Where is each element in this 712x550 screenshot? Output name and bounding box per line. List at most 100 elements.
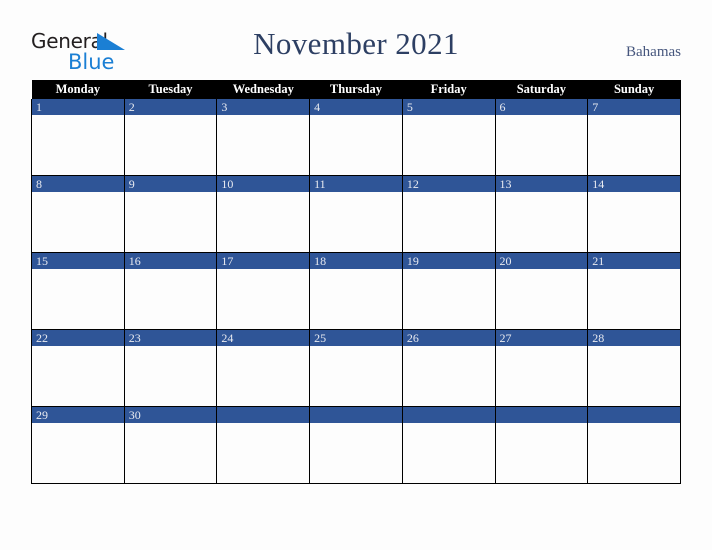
day-events-area[interactable] bbox=[588, 115, 680, 175]
day-events-area[interactable] bbox=[32, 269, 124, 329]
day-number: 16 bbox=[124, 253, 217, 269]
calendar-day-cell[interactable]: 29 bbox=[31, 406, 125, 484]
day-number: 28 bbox=[588, 330, 680, 346]
day-number: 27 bbox=[495, 330, 588, 346]
calendar-day-cell[interactable]: 9 bbox=[123, 175, 218, 253]
calendar-day-cell[interactable]: 18 bbox=[309, 252, 403, 330]
calendar-day-cell[interactable]: 25 bbox=[309, 329, 403, 407]
day-events-area[interactable] bbox=[124, 192, 217, 252]
calendar-day-cell[interactable]: 15 bbox=[31, 252, 125, 330]
calendar-day-cell[interactable]: 5 bbox=[401, 99, 496, 176]
calendar-week-row: 29 30 bbox=[31, 406, 681, 484]
day-events-area[interactable] bbox=[588, 423, 680, 483]
day-number bbox=[495, 407, 588, 423]
day-number: 3 bbox=[217, 99, 310, 115]
day-number: 5 bbox=[402, 99, 495, 115]
calendar-day-cell[interactable]: 12 bbox=[401, 175, 496, 253]
calendar-day-cell[interactable]: 1 bbox=[31, 99, 125, 176]
calendar-day-cell[interactable]: 26 bbox=[401, 329, 496, 407]
country-label: Bahamas bbox=[626, 44, 681, 60]
day-events-area[interactable] bbox=[32, 192, 124, 252]
calendar-day-cell-empty[interactable] bbox=[587, 406, 681, 484]
calendar-table: Monday Tuesday Wednesday Thursday Friday… bbox=[31, 80, 681, 484]
day-number: 12 bbox=[402, 176, 495, 192]
weekday-header-saturday: Saturday bbox=[495, 80, 588, 99]
calendar-day-cell[interactable]: 13 bbox=[494, 175, 589, 253]
calendar-day-cell[interactable]: 27 bbox=[494, 329, 589, 407]
day-events-area[interactable] bbox=[495, 192, 588, 252]
day-events-area[interactable] bbox=[310, 269, 402, 329]
day-events-area[interactable] bbox=[32, 115, 124, 175]
day-number: 11 bbox=[310, 176, 402, 192]
day-events-area[interactable] bbox=[402, 115, 495, 175]
calendar-day-cell[interactable]: 21 bbox=[587, 252, 681, 330]
day-number: 1 bbox=[32, 99, 124, 115]
day-events-area[interactable] bbox=[495, 423, 588, 483]
calendar-day-cell[interactable]: 24 bbox=[216, 329, 311, 407]
day-number: 9 bbox=[124, 176, 217, 192]
weekday-header-sunday: Sunday bbox=[587, 80, 681, 99]
day-number: 19 bbox=[402, 253, 495, 269]
calendar-day-cell[interactable]: 20 bbox=[494, 252, 589, 330]
page-header: General Blue November 2021 Bahamas bbox=[0, 0, 712, 78]
calendar-day-cell[interactable]: 7 bbox=[587, 99, 681, 176]
day-events-area[interactable] bbox=[402, 346, 495, 406]
day-events-area[interactable] bbox=[495, 115, 588, 175]
calendar-day-cell[interactable]: 2 bbox=[123, 99, 218, 176]
calendar-day-cell-empty[interactable] bbox=[309, 406, 403, 484]
day-events-area[interactable] bbox=[217, 423, 310, 483]
calendar-day-cell[interactable]: 30 bbox=[123, 406, 218, 484]
calendar-day-cell[interactable]: 28 bbox=[587, 329, 681, 407]
calendar-day-cell[interactable]: 19 bbox=[401, 252, 496, 330]
day-number: 13 bbox=[495, 176, 588, 192]
calendar-day-cell[interactable]: 3 bbox=[216, 99, 311, 176]
calendar-day-cell[interactable]: 17 bbox=[216, 252, 311, 330]
day-events-area[interactable] bbox=[217, 115, 310, 175]
calendar-day-cell[interactable]: 16 bbox=[123, 252, 218, 330]
calendar-day-cell[interactable]: 8 bbox=[31, 175, 125, 253]
day-events-area[interactable] bbox=[32, 346, 124, 406]
day-events-area[interactable] bbox=[495, 269, 588, 329]
calendar-day-cell-empty[interactable] bbox=[401, 406, 496, 484]
calendar-day-cell[interactable]: 23 bbox=[123, 329, 218, 407]
weekday-header-friday: Friday bbox=[402, 80, 496, 99]
day-events-area[interactable] bbox=[217, 192, 310, 252]
day-events-area[interactable] bbox=[310, 115, 402, 175]
calendar-day-cell[interactable]: 11 bbox=[309, 175, 403, 253]
day-events-area[interactable] bbox=[124, 269, 217, 329]
day-number: 20 bbox=[495, 253, 588, 269]
day-events-area[interactable] bbox=[588, 346, 680, 406]
day-events-area[interactable] bbox=[310, 346, 402, 406]
calendar-grid: Monday Tuesday Wednesday Thursday Friday… bbox=[31, 80, 681, 484]
calendar-day-cell[interactable]: 22 bbox=[31, 329, 125, 407]
calendar-day-cell[interactable]: 14 bbox=[587, 175, 681, 253]
calendar-day-cell-empty[interactable] bbox=[494, 406, 589, 484]
day-events-area[interactable] bbox=[588, 192, 680, 252]
day-events-area[interactable] bbox=[310, 423, 402, 483]
day-events-area[interactable] bbox=[32, 423, 124, 483]
day-events-area[interactable] bbox=[402, 423, 495, 483]
day-events-area[interactable] bbox=[217, 346, 310, 406]
day-number bbox=[588, 407, 680, 423]
day-number: 21 bbox=[588, 253, 680, 269]
calendar-week-row: 22 23 24 25 26 27 28 bbox=[31, 329, 681, 407]
day-events-area[interactable] bbox=[402, 269, 495, 329]
calendar-day-cell-empty[interactable] bbox=[216, 406, 311, 484]
weekday-header-monday: Monday bbox=[31, 80, 125, 99]
day-events-area[interactable] bbox=[124, 346, 217, 406]
day-events-area[interactable] bbox=[124, 115, 217, 175]
day-events-area[interactable] bbox=[217, 269, 310, 329]
calendar-header-row: Monday Tuesday Wednesday Thursday Friday… bbox=[31, 80, 681, 99]
weekday-header-tuesday: Tuesday bbox=[124, 80, 217, 99]
calendar-body: 1 2 3 4 5 6 7 8 9 10 11 12 13 14 15 16 1… bbox=[31, 99, 681, 484]
day-number: 25 bbox=[310, 330, 402, 346]
calendar-day-cell[interactable]: 6 bbox=[494, 99, 589, 176]
day-events-area[interactable] bbox=[402, 192, 495, 252]
calendar-day-cell[interactable]: 10 bbox=[216, 175, 311, 253]
day-events-area[interactable] bbox=[124, 423, 217, 483]
weekday-header-wednesday: Wednesday bbox=[216, 80, 310, 99]
day-events-area[interactable] bbox=[588, 269, 680, 329]
calendar-day-cell[interactable]: 4 bbox=[309, 99, 403, 176]
day-events-area[interactable] bbox=[495, 346, 588, 406]
day-events-area[interactable] bbox=[310, 192, 402, 252]
